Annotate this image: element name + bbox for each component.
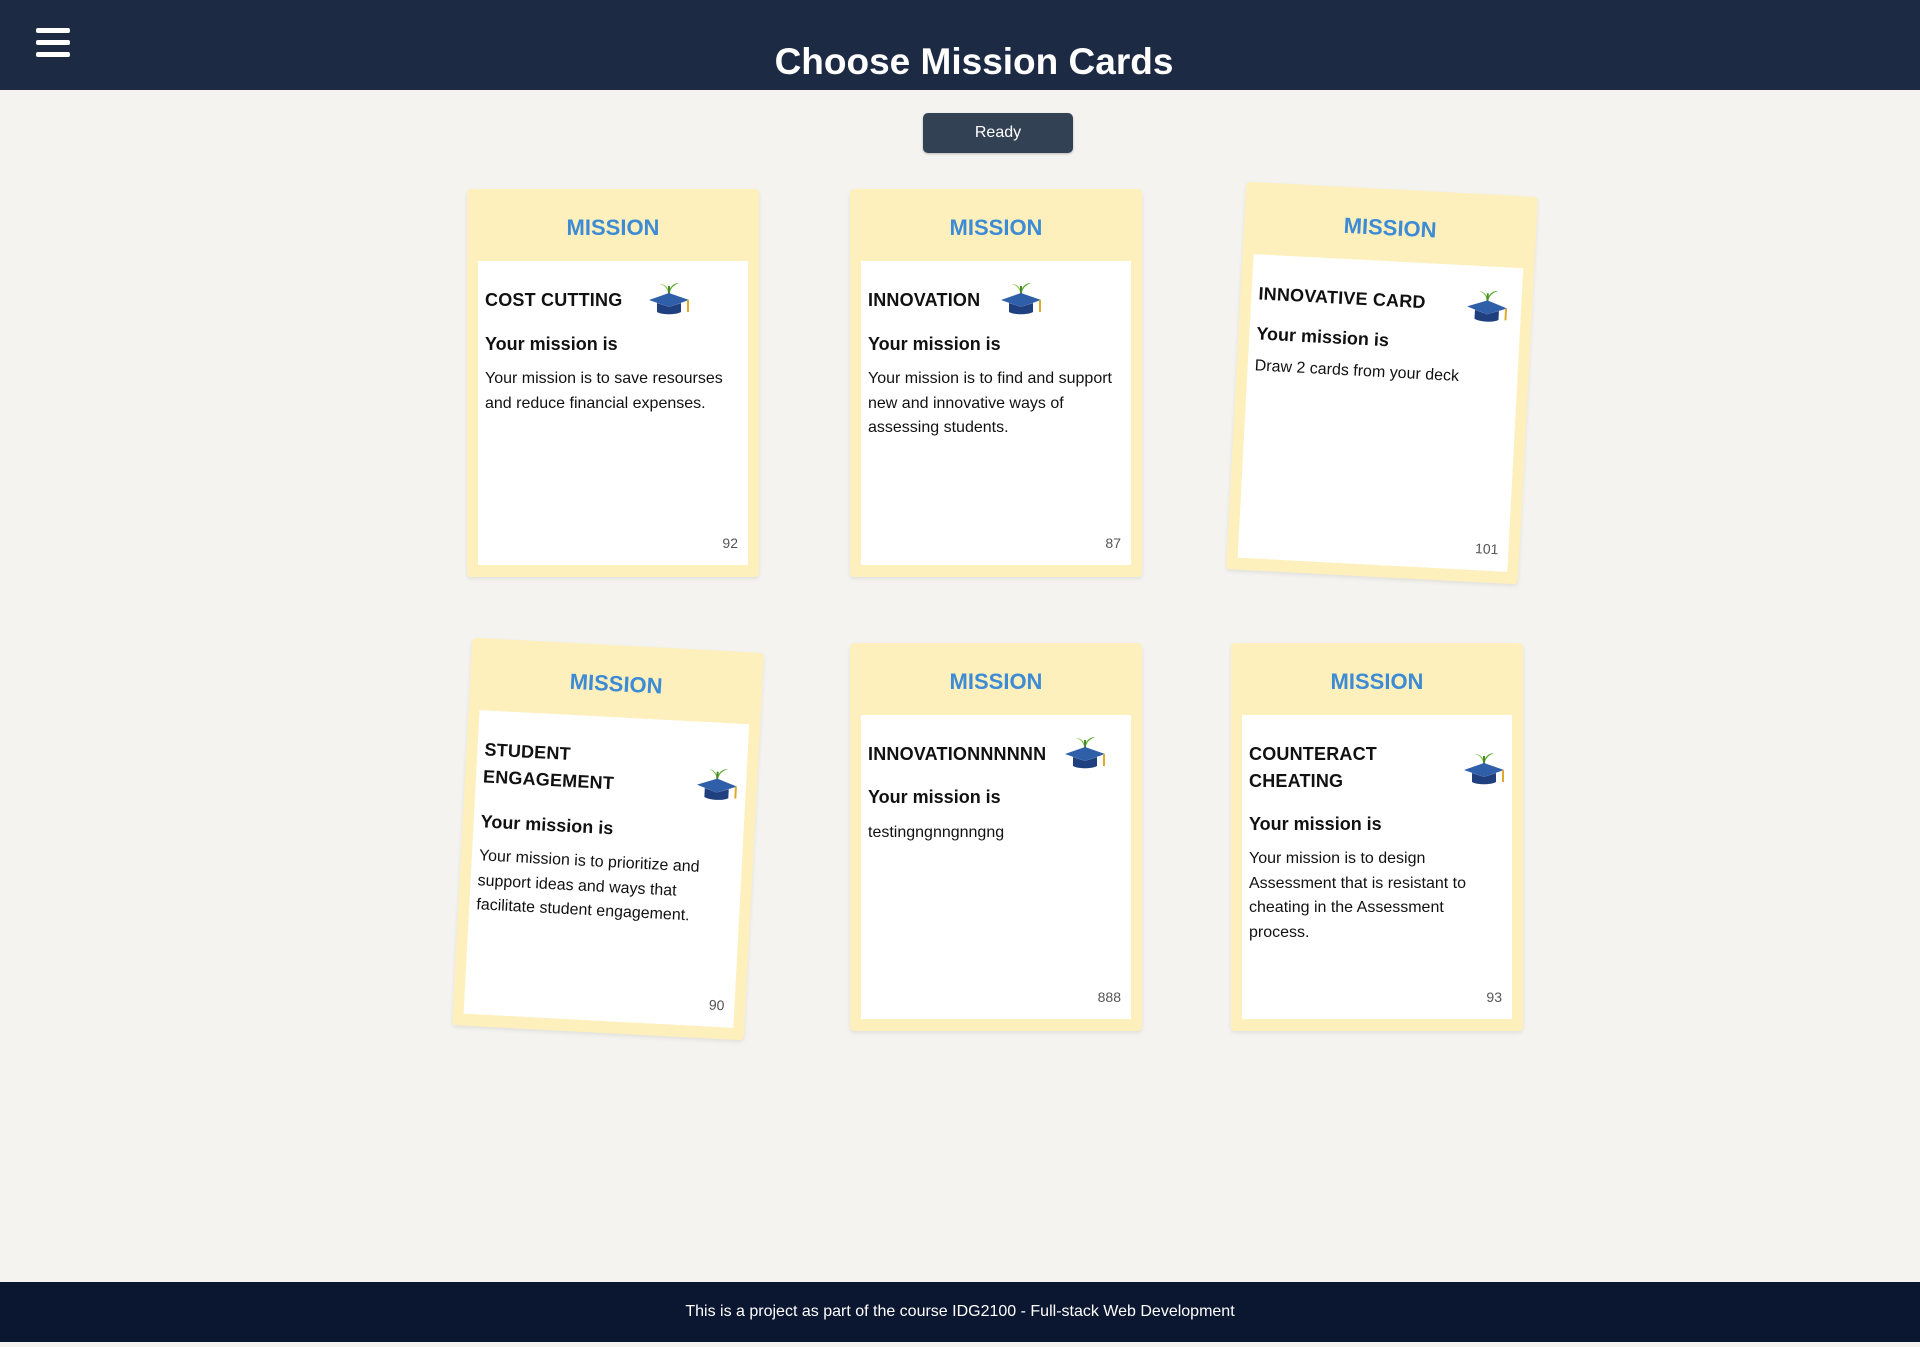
card-number: 888 xyxy=(1097,989,1121,1005)
card-description: Draw 2 cards from your deck xyxy=(1254,357,1460,386)
mission-card[interactable]: MISSION INNOVATIVE CARD Your mission is … xyxy=(1226,181,1538,585)
mission-card[interactable]: MISSION INNOVATIONNNNNN Your mission is … xyxy=(850,643,1142,1031)
card-subtitle: Your mission is xyxy=(868,334,1001,354)
card-body: COUNTERACT CHEATING Your mission is Your… xyxy=(1242,715,1512,1019)
card-body: COST CUTTING Your mission is Your missio… xyxy=(478,261,748,565)
card-description: Your mission is to prioritize and suppor… xyxy=(475,847,700,925)
card-number: 93 xyxy=(1486,989,1502,1005)
card-subtitle: Your mission is xyxy=(485,334,618,354)
ready-button[interactable]: Ready xyxy=(923,113,1073,153)
graduation-cap-plant-icon xyxy=(649,283,689,315)
card-body: INNOVATIONNNNNN Your mission is testingn… xyxy=(861,715,1131,1019)
footer-text: This is a project as part of the course … xyxy=(685,1303,1235,1320)
footer: This is a project as part of the course … xyxy=(0,1282,1920,1342)
card-header: MISSION xyxy=(949,215,1043,240)
card-description: Your mission is to design Assessment tha… xyxy=(1249,850,1466,941)
card-title: INNOVATIVE CARD xyxy=(1257,283,1427,313)
card-subtitle: Your mission is xyxy=(480,811,614,839)
mission-card[interactable]: MISSION COUNTERACT CHEATING Your mission… xyxy=(1231,643,1523,1031)
card-number: 87 xyxy=(1105,535,1121,551)
card-title: COUNTERACT CHEATING xyxy=(1249,744,1377,791)
card-description: Your mission is to save resourses and re… xyxy=(485,370,723,412)
graduation-cap-plant-icon xyxy=(1065,737,1105,769)
card-number: 92 xyxy=(722,535,738,551)
graduation-cap-plant-icon xyxy=(1001,283,1041,315)
graduation-cap-plant-icon xyxy=(1464,753,1504,785)
top-bar: Choose Mission Cards xyxy=(0,0,1920,90)
card-header: MISSION xyxy=(1343,212,1438,243)
graduation-cap-plant-icon xyxy=(696,769,737,800)
mission-card[interactable]: MISSION STUDENT ENGAGEMENT Your mission … xyxy=(452,637,764,1041)
card-subtitle: Your mission is xyxy=(1255,323,1390,351)
card-subtitle: Your mission is xyxy=(868,787,1001,807)
card-title: INNOVATIONNNNNN xyxy=(868,744,1047,764)
card-header: MISSION xyxy=(1330,669,1424,694)
card-header: MISSION xyxy=(949,669,1043,694)
card-body: INNOVATIVE CARD Your mission is Draw 2 c… xyxy=(1237,254,1524,572)
mission-card[interactable]: MISSION INNOVATION Your mission is Your … xyxy=(850,189,1142,577)
card-body: INNOVATION Your mission is Your mission … xyxy=(861,261,1131,565)
card-body: STUDENT ENGAGEMENT Your mission is Your … xyxy=(463,710,750,1028)
graduation-cap-plant-icon xyxy=(1467,290,1508,322)
page-title: Choose Mission Cards xyxy=(774,41,1174,82)
mission-card[interactable]: MISSION COST CUTTING Your mission is You… xyxy=(467,189,759,577)
card-subtitle: Your mission is xyxy=(1249,814,1382,834)
card-header: MISSION xyxy=(566,215,660,240)
card-title: STUDENT ENGAGEMENT xyxy=(482,739,615,794)
card-number: 101 xyxy=(1474,540,1499,558)
card-number: 90 xyxy=(708,996,725,1014)
card-title: COST CUTTING xyxy=(485,290,623,310)
card-description: Your mission is to find and support new … xyxy=(868,370,1112,436)
card-header: MISSION xyxy=(569,668,664,699)
card-description: testingngnngnngng xyxy=(868,824,1005,841)
